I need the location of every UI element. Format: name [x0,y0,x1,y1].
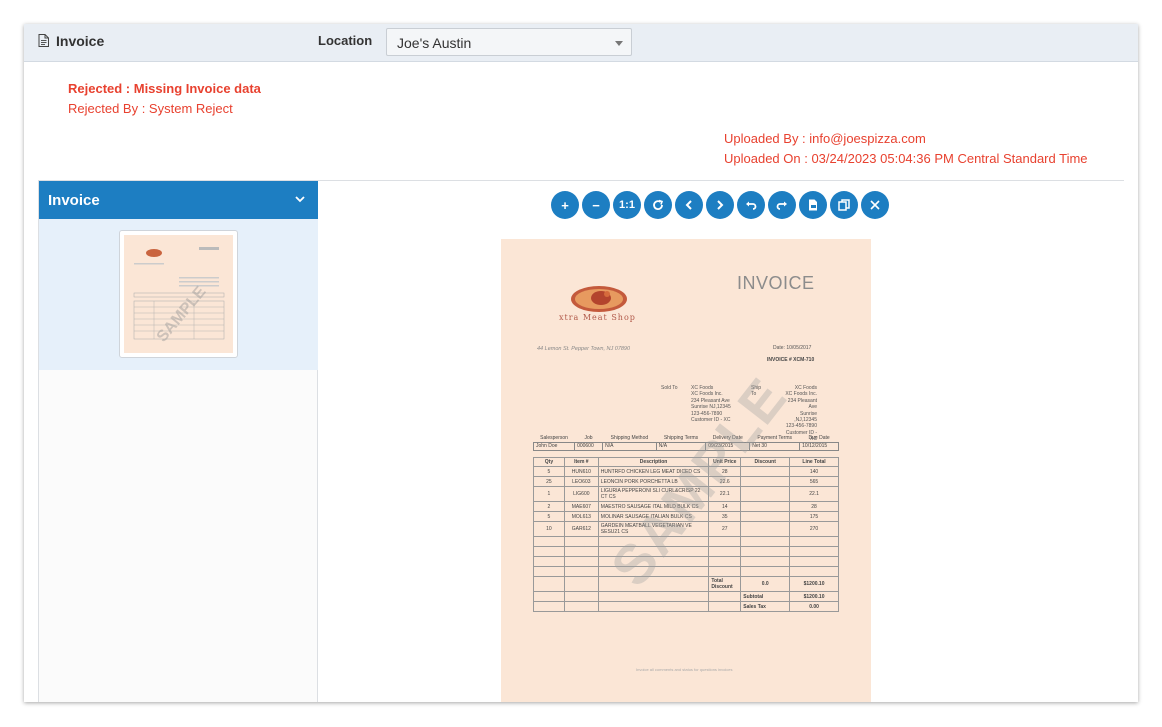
chevron-down-icon[interactable] [294,193,306,205]
file-icon [809,199,817,211]
rotate-right-button[interactable] [768,191,796,219]
close-button[interactable] [861,191,889,219]
rejected-by: Rejected By : System Reject [68,101,233,116]
location-select[interactable]: Joe's Austin [386,28,632,56]
doc-footer: Invoice all comments and status for ques… [636,667,733,672]
sidebar-header[interactable]: Invoice [39,181,318,219]
zoom-out-button[interactable]: − [582,191,610,219]
rejected-reason: Rejected : Missing Invoice data [68,81,261,96]
sales-tax-row: Sales Tax 0.00 [533,601,839,612]
refresh-icon [653,199,664,211]
zoom-in-button[interactable]: + [551,191,579,219]
subtotal-row: Subtotal $1200.10 [533,591,839,602]
copy-icon [838,199,850,211]
shop-name: xtra Meat Shop [559,313,636,322]
doc-title: INVOICE [737,273,815,293]
close-icon [870,200,880,210]
previous-button[interactable] [675,191,703,219]
svg-text:SAMPLE: SAMPLE [154,283,210,345]
uploaded-on: Uploaded On : 03/24/2023 05:04:36 PM Cen… [724,151,1088,166]
copy-button[interactable] [830,191,858,219]
shop-address: 44 Lemon St. Pepper Town, NJ 07890 [537,346,631,352]
total-discount-row: Total Discount 0.0 $1200.10 [533,576,839,592]
page-title: Invoice [56,33,105,49]
actual-size-button[interactable]: 1:1 [613,191,641,219]
sidebar-title: Invoice [48,192,100,209]
invoice-number: INVOICE # XCM-710 [767,357,815,363]
sold-to-label: Sold To [661,385,678,391]
thumbnail-row-selected: SAMPLE [39,219,318,370]
location-label: Location [318,33,373,48]
chevron-down-icon [615,41,623,46]
download-button[interactable] [799,191,827,219]
invoice-page-image: INVOICE xtra Meat Shop 44 Lemon St. Pepp… [501,239,871,702]
invoice-window: Invoice Location Joe's Austin Rejected :… [24,24,1138,702]
thumbnail-preview: SAMPLE [124,235,233,353]
chevron-left-icon [685,200,692,210]
rotate-left-icon [746,201,757,210]
chevron-right-icon [717,200,724,210]
next-button[interactable] [706,191,734,219]
table-row-empty [533,556,839,567]
reset-button[interactable] [644,191,672,219]
uploaded-by: Uploaded By : info@joespizza.com [724,131,926,146]
rotate-right-icon [776,201,787,210]
viewer-toolbar: + − 1:1 [551,191,889,219]
page-thumbnail[interactable]: SAMPLE [119,230,238,358]
document-viewer: + − 1:1 INVOICE xtra Meat Shop 44 Lemon … [319,181,1125,702]
table-row-empty [533,566,839,577]
document-panel: Invoice SAMPLE + − 1:1 INVOICE xtra Meat… [38,180,1125,702]
document-icon [38,34,49,47]
top-bar: Invoice Location Joe's Austin [24,24,1138,62]
location-value: Joe's Austin [397,35,472,51]
thumbnail-sidebar: Invoice SAMPLE [39,181,318,702]
invoice-date: Date: 10/05/2017 [773,345,812,351]
rotate-left-button[interactable] [737,191,765,219]
